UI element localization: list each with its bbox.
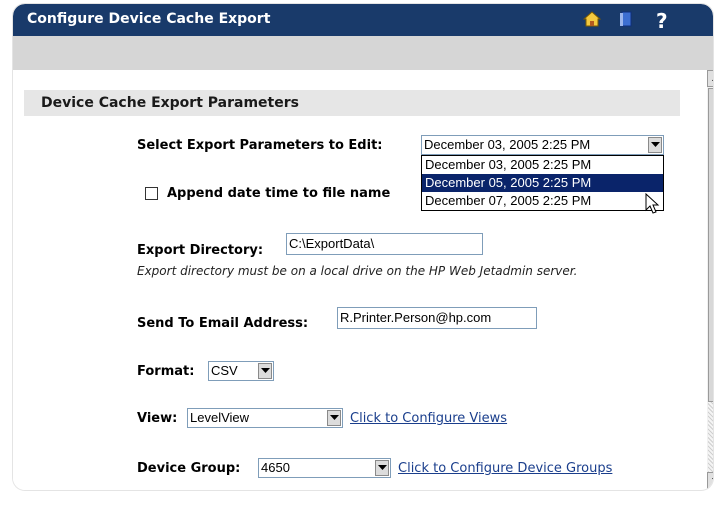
title-bar: Configure Device Cache Export ? [13,4,713,36]
export-params-dropdown[interactable]: December 03, 2005 2:25 PM December 05, 2… [421,155,664,211]
configure-device-groups-link[interactable]: Click to Configure Device Groups [398,461,612,476]
format-select[interactable]: CSV [208,361,274,381]
device-group-select[interactable]: 4650 [258,458,391,478]
export-directory-label: Export Directory: [137,243,264,258]
vertical-scrollbar[interactable] [707,70,713,490]
toolbar-strip [13,36,713,70]
chevron-down-icon[interactable] [327,410,341,426]
window-title: Configure Device Cache Export [27,11,271,27]
scroll-thumb[interactable] [708,88,713,402]
svg-text:?: ? [656,10,668,32]
book-icon[interactable] [617,10,637,30]
append-datetime-checkbox[interactable] [145,187,158,200]
export-params-select[interactable]: December 03, 2005 2:25 PM [421,135,664,155]
dropdown-option-highlighted[interactable]: December 05, 2005 2:25 PM [422,174,663,192]
export-directory-note: Export directory must be on a local driv… [137,264,578,278]
dropdown-option[interactable]: December 07, 2005 2:25 PM [422,192,663,210]
view-value: LevelView [190,410,250,425]
export-directory-input[interactable]: C:\ExportData\ [286,233,483,255]
mouse-cursor-icon [645,192,661,219]
content-area [13,70,693,490]
format-value: CSV [211,363,238,378]
device-group-value: 4650 [261,460,290,475]
export-params-label: Select Export Parameters to Edit: [137,138,383,153]
chevron-down-icon[interactable] [375,460,389,476]
view-select[interactable]: LevelView [187,408,343,428]
email-input[interactable]: R.Printer.Person@hp.com [337,307,537,329]
scroll-track[interactable] [708,402,713,472]
scroll-up-button[interactable] [707,70,713,87]
email-label: Send To Email Address: [137,316,309,331]
dropdown-option[interactable]: December 03, 2005 2:25 PM [422,156,663,174]
device-group-label: Device Group: [137,461,241,476]
append-datetime-label: Append date time to file name [167,186,391,201]
view-label: View: [137,411,178,426]
chevron-down-icon[interactable] [258,363,272,379]
chevron-down-icon[interactable] [648,137,662,153]
section-header: Device Cache Export Parameters [24,90,680,116]
scroll-down-button[interactable] [707,472,713,489]
configure-views-link[interactable]: Click to Configure Views [350,411,507,426]
home-icon[interactable] [582,10,603,30]
format-label: Format: [137,364,195,379]
export-params-value: December 03, 2005 2:25 PM [424,137,591,152]
help-icon[interactable]: ? [653,9,675,33]
